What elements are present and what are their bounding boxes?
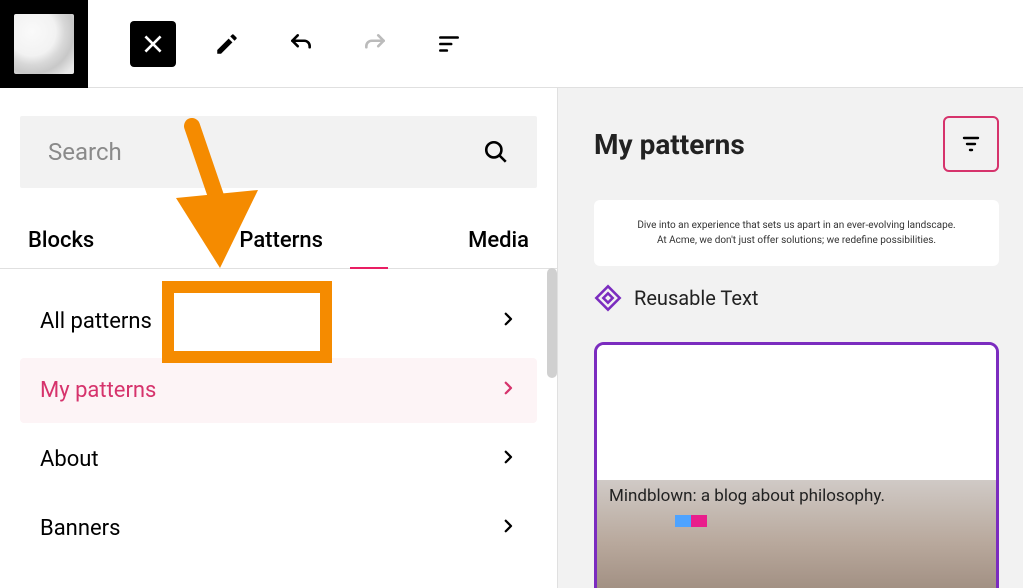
- inserter-tabs: Blocks Patterns Media: [0, 212, 557, 269]
- pattern-preview-panel: My patterns Dive into an experience that…: [558, 88, 1023, 588]
- site-logo-button[interactable]: [0, 0, 88, 88]
- inserter-panel: Blocks Patterns Media All patterns My pa…: [0, 88, 558, 588]
- pattern-name-label: Reusable Text: [634, 286, 758, 310]
- color-swatch: [675, 515, 707, 527]
- panel-title: My patterns: [594, 128, 745, 161]
- top-toolbar: [0, 0, 1023, 88]
- reusable-pattern-icon: [594, 284, 622, 312]
- chevron-right-icon: [499, 309, 517, 334]
- edit-button[interactable]: [204, 21, 250, 67]
- category-all-patterns[interactable]: All patterns: [20, 289, 537, 354]
- active-tab-underline: [350, 267, 388, 269]
- pattern-preview-reusable-text[interactable]: Dive into an experience that sets us apa…: [594, 200, 999, 266]
- search-input[interactable]: [48, 138, 483, 166]
- preview-title: Mindblown: a blog about philosophy.: [609, 486, 984, 506]
- category-label: All patterns: [40, 309, 152, 334]
- toolbar-group: [130, 21, 472, 67]
- preview-content: Mindblown: a blog about philosophy.: [597, 480, 996, 588]
- filter-icon: [959, 132, 983, 156]
- chevron-right-icon: [499, 378, 517, 403]
- preview-line: At Acme, we don't just offer solutions; …: [614, 233, 979, 248]
- tab-blocks[interactable]: Blocks: [20, 212, 102, 268]
- preview-spacer: [597, 345, 996, 480]
- preview-line: Dive into an experience that sets us apa…: [614, 218, 979, 233]
- category-my-patterns[interactable]: My patterns: [20, 358, 537, 423]
- chevron-right-icon: [499, 516, 517, 541]
- category-label: My patterns: [40, 378, 156, 403]
- details-icon: [436, 31, 462, 57]
- tab-patterns[interactable]: Patterns: [231, 212, 331, 268]
- undo-button[interactable]: [278, 21, 324, 67]
- pattern-preview-mindblown[interactable]: Mindblown: a blog about philosophy.: [594, 342, 999, 588]
- redo-button[interactable]: [352, 21, 398, 67]
- category-label: About: [40, 447, 99, 472]
- site-logo-image: [14, 14, 74, 74]
- category-banners[interactable]: Banners: [20, 496, 537, 561]
- undo-icon: [288, 31, 314, 57]
- redo-icon: [362, 31, 388, 57]
- close-icon: [140, 31, 166, 57]
- chevron-right-icon: [499, 447, 517, 472]
- search-box[interactable]: [20, 116, 537, 188]
- category-label: Banners: [40, 516, 120, 541]
- tab-media[interactable]: Media: [460, 212, 537, 268]
- filter-button[interactable]: [943, 116, 999, 172]
- pencil-icon: [214, 31, 240, 57]
- close-inserter-button[interactable]: [130, 21, 176, 67]
- category-about[interactable]: About: [20, 427, 537, 492]
- details-button[interactable]: [426, 21, 472, 67]
- pattern-category-list: All patterns My patterns About Banners: [0, 269, 557, 581]
- scrollbar[interactable]: [547, 268, 557, 378]
- pattern-meta: Reusable Text: [594, 284, 999, 312]
- search-icon: [483, 139, 509, 165]
